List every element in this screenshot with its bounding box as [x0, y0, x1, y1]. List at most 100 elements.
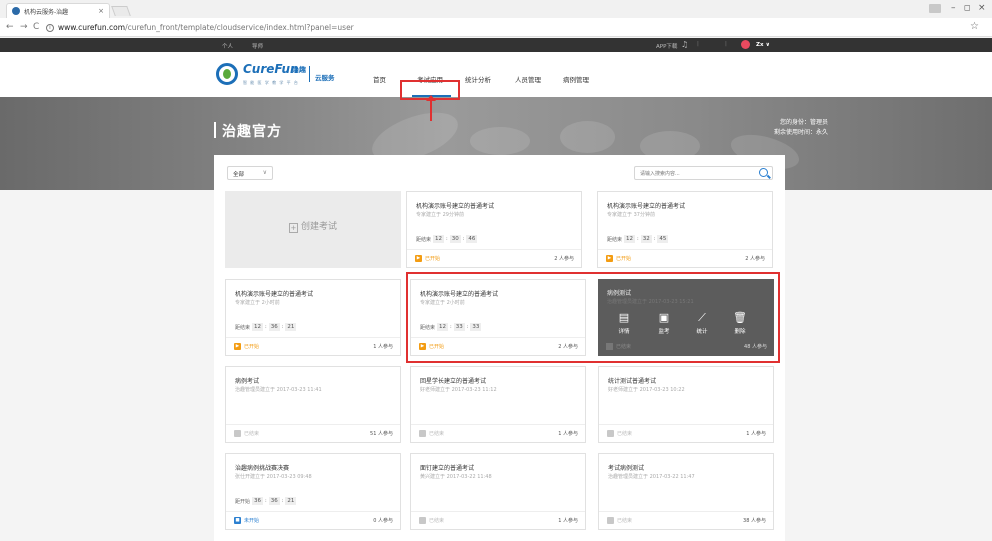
countdown-minutes: 36 [268, 323, 280, 331]
topbar-divider: | [697, 41, 699, 47]
countdown-seconds: 21 [285, 497, 297, 505]
status-badge: 已结束 [617, 518, 633, 524]
curefun-logo-icon[interactable] [216, 63, 238, 85]
bookmark-star-icon[interactable]: ☆ [970, 21, 979, 32]
countdown-label: 距结束 [607, 236, 623, 243]
clock-icon: ■ [234, 517, 241, 524]
user-menu[interactable]: Zx ∨ [756, 42, 770, 48]
reload-icon[interactable]: C [33, 22, 39, 32]
exam-title: 考试病例测试 [608, 465, 645, 472]
tab-title: 机构云服务-治趣 [24, 8, 69, 16]
url-host: www.curefun.com [58, 23, 126, 32]
exam-creator: 专家建立于 29分钟前 [416, 212, 464, 218]
topbar-link-mentor[interactable]: 导师 [252, 42, 263, 50]
card-footer: 已结束 1 人参与 [599, 424, 773, 442]
topbar-link-personal[interactable]: 个人 [222, 42, 233, 50]
countdown-hours: 12 [433, 235, 445, 243]
ended-icon [419, 430, 426, 437]
exam-card[interactable]: 机构演示账号建立的普通考试 专家建立于 2小时前 距结束 12:36:21 ▶ … [225, 279, 401, 356]
exam-card[interactable]: 治趣病例挑战赛决赛 张仕开建立于 2017-03-23 09:48 距开始 36… [225, 453, 401, 530]
exam-card[interactable]: 病例考试 治趣管理员建立于 2017-03-23 11:41 已结束 51 人参… [225, 366, 401, 443]
annotation-highlight-cards [406, 272, 780, 363]
profile-icon[interactable] [929, 4, 941, 13]
exam-title: 治趣病例挑战赛决赛 [235, 465, 290, 472]
nav-home[interactable]: 首页 [373, 74, 386, 84]
back-icon[interactable]: ← [6, 22, 14, 32]
countdown-label: 距开始 [235, 498, 251, 505]
banner-decoration [470, 127, 530, 155]
site-header: CureFun 治趣 智 能 医 学 教 学 平 台 云服务 首页 考试应用 统… [0, 52, 992, 97]
participant-count: 2 人参与 [745, 256, 765, 262]
ended-icon [234, 430, 241, 437]
countdown-seconds: 45 [657, 235, 669, 243]
avatar[interactable] [741, 40, 750, 49]
app-download-link[interactable]: APP下载 [656, 42, 677, 50]
countdown-minutes: 36 [268, 497, 280, 505]
exam-title: 机构演示账号建立的普通考试 [607, 203, 686, 210]
play-icon: ▶ [606, 255, 613, 262]
card-footer: 已结束 38 人参与 [599, 511, 773, 529]
ended-icon [607, 430, 614, 437]
exam-countdown: 距开始 36:36:21 [235, 497, 297, 505]
forward-icon[interactable]: → [20, 22, 28, 32]
minimize-icon[interactable]: – [951, 3, 956, 13]
create-exam-card[interactable]: + 创建考试 [225, 191, 401, 268]
nav-people[interactable]: 人员管理 [515, 74, 541, 84]
create-exam-button[interactable]: + 创建考试 [225, 219, 401, 233]
play-icon: ▶ [415, 255, 422, 262]
window-close-icon[interactable]: × [978, 3, 986, 13]
card-footer: 已结束 1 人参与 [411, 424, 585, 442]
exam-title: 机构演示账号建立的普通考试 [416, 203, 495, 210]
maximize-icon[interactable]: ◻ [964, 3, 971, 12]
exam-filter-select[interactable]: 全部 ∨ [227, 166, 273, 180]
address-bar: ← → C i www.curefun.com/curefun_front/te… [0, 18, 992, 37]
exam-countdown: 距结束 12:32:45 [607, 235, 669, 243]
participant-count: 38 人参与 [743, 518, 766, 524]
exam-title: 面钉建立的普通考试 [420, 465, 475, 472]
info-icon[interactable]: i [46, 23, 54, 32]
status-badge: 已开始 [244, 344, 260, 350]
countdown-seconds: 46 [466, 235, 478, 243]
browser-tab[interactable]: 机构云服务-治趣 × [6, 3, 110, 18]
create-exam-label: 创建考试 [300, 222, 337, 232]
favicon-icon [12, 7, 20, 15]
user-role: 您的身份：管理员 [779, 119, 828, 126]
countdown-hours: 12 [624, 235, 636, 243]
logo-text[interactable]: CureFun [243, 62, 299, 76]
exam-card[interactable]: 机构演示账号建立的普通考试 专家建立于 37分钟前 距结束 12:32:45 ▶… [597, 191, 773, 268]
ended-icon [607, 517, 614, 524]
participant-count: 1 人参与 [373, 344, 393, 350]
filter-value: 全部 [233, 172, 245, 178]
search-icon[interactable] [759, 168, 768, 177]
exam-card[interactable]: 考试病例测试 治趣管理员建立于 2017-03-22 11:47 已结束 38 … [598, 453, 774, 530]
card-footer: 已结束 1 人参与 [411, 511, 585, 529]
participant-count: 1 人参与 [558, 518, 578, 524]
card-footer: ▶ 已开始 2 人参与 [598, 249, 772, 267]
exam-creator: 专家建立于 2小时前 [235, 300, 280, 306]
exam-title: 病例考试 [235, 378, 260, 385]
exam-card[interactable]: 面钉建立的普通考试 黄兴建立于 2017-03-22 11:48 已结束 1 人… [410, 453, 586, 530]
close-icon[interactable]: × [98, 7, 104, 15]
search-input[interactable] [640, 169, 750, 178]
search-box [634, 166, 773, 180]
countdown-seconds: 21 [285, 323, 297, 331]
exam-creator: 好老师建立于 2017-03-23 10:22 [608, 387, 685, 393]
exam-title: 统计测试普通考试 [608, 378, 657, 385]
title-accent-bar [214, 122, 216, 138]
exam-creator: 黄兴建立于 2017-03-22 11:48 [420, 474, 492, 480]
status-badge: 已结束 [429, 518, 445, 524]
exam-creator: 张仕开建立于 2017-03-23 09:48 [235, 474, 312, 480]
countdown-minutes: 30 [449, 235, 461, 243]
exam-card[interactable]: 统计测试普通考试 好老师建立于 2017-03-23 10:22 已结束 1 人… [598, 366, 774, 443]
countdown-hours: 36 [252, 497, 264, 505]
bell-icon[interactable]: ♫ [681, 40, 688, 49]
nav-statistics[interactable]: 统计分析 [465, 74, 491, 84]
new-tab-button[interactable] [111, 6, 131, 16]
url-field[interactable]: i www.curefun.com/curefun_front/template… [46, 21, 966, 34]
exam-card[interactable]: 回星学长建立的普通考试 好老师建立于 2017-03-23 11:12 已结束 … [410, 366, 586, 443]
nav-cases[interactable]: 病例管理 [563, 74, 589, 84]
exam-card[interactable]: 机构演示账号建立的普通考试 专家建立于 29分钟前 距结束 12:30:46 ▶… [406, 191, 582, 268]
url-path: /curefun_front/template/cloudservice/ind… [125, 23, 354, 32]
status-badge: 已结束 [244, 431, 260, 437]
status-badge: 已结束 [429, 431, 445, 437]
